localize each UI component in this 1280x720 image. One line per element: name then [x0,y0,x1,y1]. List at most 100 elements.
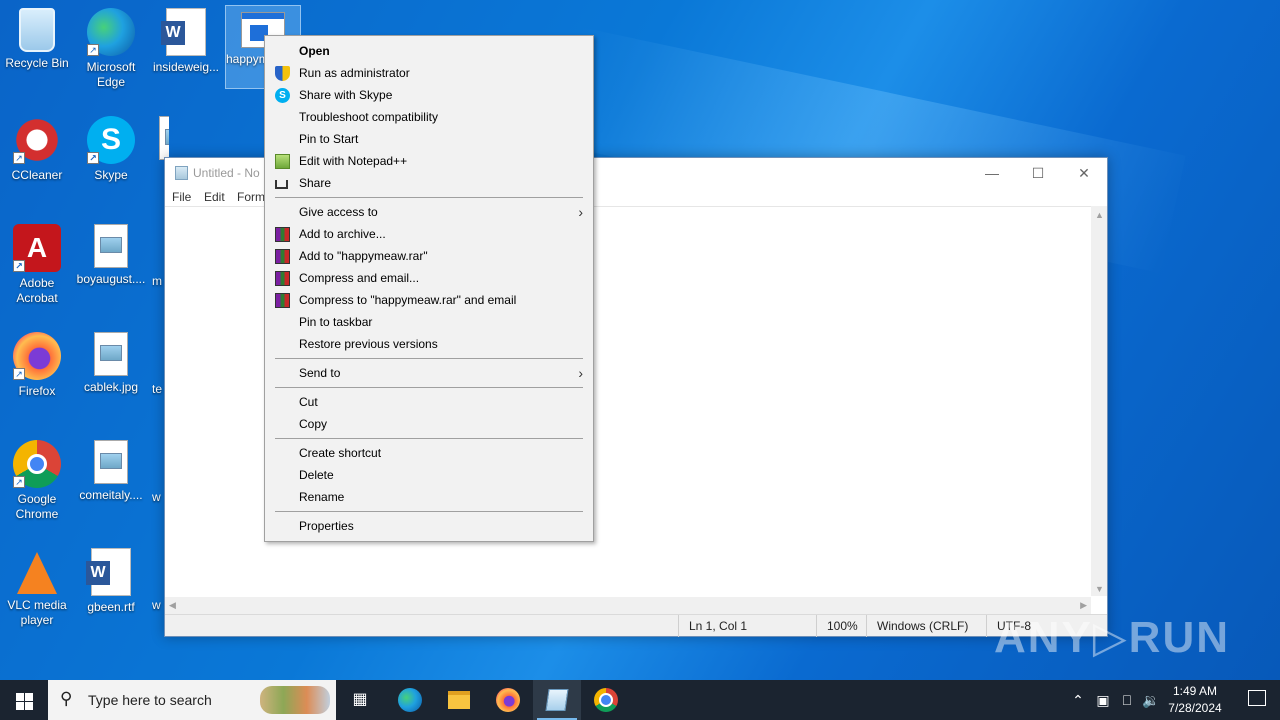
volume-icon[interactable]: 🔉 [1140,680,1162,720]
desktop-icon-te[interactable]: te [152,382,164,397]
anyrun-watermark-logo: ANY▷RUN [993,613,1230,662]
status-line-ending: Windows (CRLF) [866,615,986,637]
menu-edit[interactable]: Edit [204,190,225,204]
desktop-icon-comeitaly[interactable]: comeitaly.... [74,440,148,503]
scroll-left-icon[interactable]: ◀ [169,600,176,611]
menu-separator [275,358,583,359]
desktop-icon-label: w [152,598,161,612]
chevron-right-icon: › [578,365,583,381]
network-adapter-icon[interactable]: ▣ [1092,680,1114,720]
menu-format[interactable]: Form [237,190,265,204]
network-icon[interactable]: ⎕ [1116,680,1138,720]
menu-item-troubleshoot[interactable]: Troubleshoot compatibility [265,106,593,128]
desktop-icon-vlc[interactable]: VLC media player [0,548,74,628]
desktop-icon-recycle-bin[interactable]: Recycle Bin [0,8,74,71]
menu-item-cut[interactable]: Cut [265,391,593,413]
vertical-scrollbar[interactable]: ▲ ▼ [1091,206,1107,596]
image-file-icon [94,224,128,268]
taskbar-clock[interactable]: 1:49 AM 7/28/2024 [1160,683,1230,717]
desktop-icon-microsoft-edge[interactable]: ↗ Microsoft Edge [74,8,148,90]
menu-item-label: Add to archive... [299,227,386,241]
menu-item-pin-to-taskbar[interactable]: Pin to taskbar [265,311,593,333]
menu-item-label: Restore previous versions [299,337,438,351]
folder-icon [448,691,470,709]
menu-item-compress-rar-email[interactable]: Compress to "happymeaw.rar" and email [265,289,593,311]
desktop-icon-adobe-acrobat[interactable]: A ↗ Adobe Acrobat [0,224,74,306]
desktop-icon-firefox[interactable]: ↗ Firefox [0,332,74,399]
chrome-icon [594,688,618,712]
menu-item-label: Run as administrator [299,66,410,80]
menu-item-label: Share with Skype [299,88,393,102]
desktop-icon-gbeen[interactable]: W gbeen.rtf [74,548,148,615]
skype-icon: S ↗ [87,116,135,164]
taskbar-edge[interactable] [386,680,434,720]
start-button[interactable] [0,680,48,720]
desktop-icon-w2[interactable]: w [152,598,164,613]
notepad-statusbar: Ln 1, Col 1 100% Windows (CRLF) UTF-8 [165,614,1107,637]
menu-item-give-access[interactable]: Give access to › [265,201,593,223]
menu-item-label: Share [299,176,332,190]
chrome-icon: ↗ [13,440,61,488]
skype-icon: S [275,88,290,103]
desktop-icon-label: te [152,382,163,396]
menu-item-restore-versions[interactable]: Restore previous versions [265,333,593,355]
firefox-icon [496,688,520,712]
vlc-icon [17,552,57,594]
desktop-icon-label: m [152,274,162,288]
menu-item-open[interactable]: Open [265,40,593,62]
desktop-icon-w1[interactable]: w [152,490,164,505]
notification-center-icon[interactable] [1248,690,1266,706]
winrar-icon [275,293,290,308]
desktop-icon-cablek[interactable]: cablek.jpg [74,332,148,395]
horizontal-scrollbar[interactable]: ◀ ▶ [165,597,1091,614]
acrobat-icon: A ↗ [13,224,61,272]
desktop-icon-skype[interactable]: S ↗ Skype [74,116,148,183]
desktop-icon-label: CCleaner [11,168,63,182]
taskbar-file-explorer[interactable] [435,680,483,720]
word-file-icon: W [86,548,131,596]
minimize-button[interactable]: — [969,158,1015,188]
menu-item-create-shortcut[interactable]: Create shortcut [265,442,593,464]
image-file-icon [159,116,169,160]
menu-item-edit-notepadpp[interactable]: Edit with Notepad++ [265,150,593,172]
taskbar-chrome[interactable] [582,680,630,720]
menu-item-label: Add to "happymeaw.rar" [299,249,428,263]
menu-item-pin-to-start[interactable]: Pin to Start [265,128,593,150]
maximize-button[interactable]: ☐ [1015,158,1061,188]
winrar-icon [275,227,290,242]
menu-item-copy[interactable]: Copy [265,413,593,435]
menu-separator [275,387,583,388]
menu-item-delete[interactable]: Delete [265,464,593,486]
taskbar-notepad[interactable] [533,680,581,720]
scroll-right-icon[interactable]: ▶ [1080,600,1087,611]
menu-item-run-as-admin[interactable]: Run as administrator [265,62,593,84]
desktop-icon-insideweig[interactable]: W insideweig... [149,8,223,75]
ccleaner-icon: ↗ [13,116,61,164]
menu-item-properties[interactable]: Properties [265,515,593,537]
desktop-icon-label: cablek.jpg [83,380,139,394]
menu-item-rename[interactable]: Rename [265,486,593,508]
desktop-icon-m[interactable]: m [152,274,164,289]
desktop-icon-boyaugust[interactable]: boyaugust.... [74,224,148,287]
desktop-icon-ccleaner[interactable]: ↗ CCleaner [0,116,74,183]
task-view-button[interactable]: ▦ [336,680,384,720]
menu-item-add-to-archive[interactable]: Add to archive... [265,223,593,245]
menu-item-send-to[interactable]: Send to › [265,362,593,384]
scroll-up-icon[interactable]: ▲ [1095,210,1104,220]
taskbar-firefox[interactable] [484,680,532,720]
menu-item-compress-email[interactable]: Compress and email... [265,267,593,289]
menu-item-share-with-skype[interactable]: S Share with Skype [265,84,593,106]
desktop-icon-label: gbeen.rtf [87,600,135,614]
show-hidden-icons-chevron-icon[interactable]: ⌃ [1068,680,1088,720]
taskbar-search-box[interactable]: ⚲ Type here to search [48,680,336,720]
close-button[interactable]: ✕ [1061,158,1107,188]
desktop-icon-google-chrome[interactable]: ↗ Google Chrome [0,440,74,522]
share-icon [275,180,288,189]
desktop-icon-label: w [152,490,161,504]
status-zoom: 100% [816,615,866,637]
menu-item-share[interactable]: Share [265,172,593,194]
edge-icon [398,688,422,712]
scroll-down-icon[interactable]: ▼ [1095,584,1104,594]
menu-file[interactable]: File [172,190,191,204]
menu-item-add-to-rar[interactable]: Add to "happymeaw.rar" [265,245,593,267]
